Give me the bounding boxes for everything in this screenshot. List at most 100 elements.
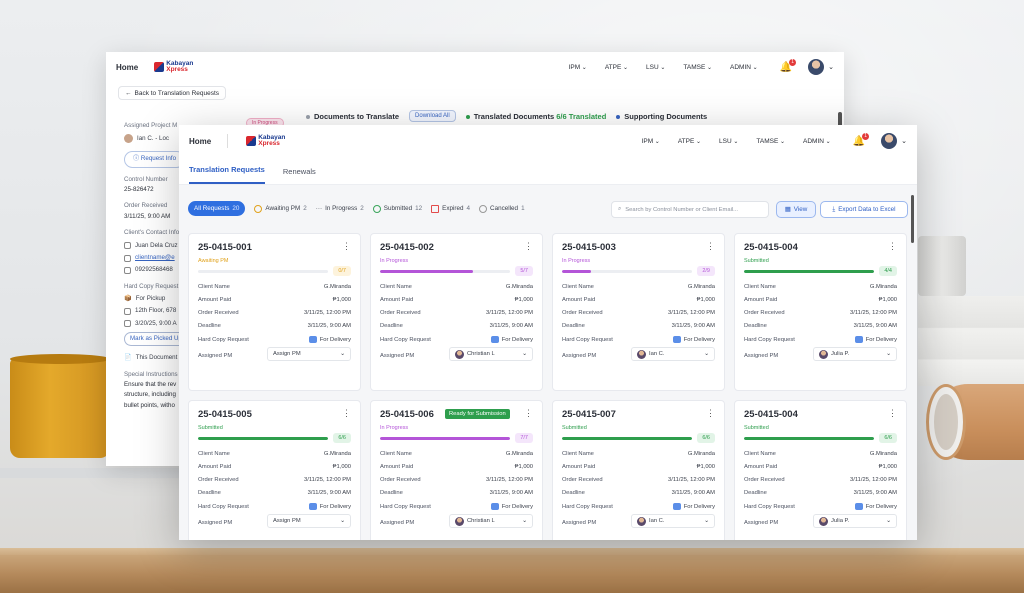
page-tabs: Translation Requests Renewals	[179, 157, 917, 185]
request-card[interactable]: 25-0415-005 ⋮ Submitted 6/6 Client Name G.Mir…	[188, 400, 361, 540]
request-card[interactable]: 25-0415-004 ⋮ Submitted 6/6 Client Name G.Mir…	[734, 400, 907, 540]
order-value: 3/11/25, 12:00 PM	[486, 477, 533, 483]
assign-pm-select[interactable]: Ian C. ⌄	[631, 347, 715, 361]
request-card[interactable]: 25-0415-001 ⋮ Awaiting PM 0/7 Client Name G.M…	[188, 233, 361, 391]
nav-menu-tamse[interactable]: TAMSE	[756, 138, 785, 145]
kebab-menu-icon[interactable]: ⋮	[524, 242, 533, 251]
progress-fill	[380, 269, 474, 273]
kebab-menu-icon[interactable]: ⋮	[342, 409, 351, 418]
filter-cancelled[interactable]: Cancelled 1	[479, 204, 525, 213]
nav-menu-atpe[interactable]: ATPE	[678, 138, 701, 145]
hardcopy-value: For Delivery	[672, 503, 715, 510]
nav-menu-atpe[interactable]: ATPE	[605, 64, 628, 71]
tab-renewals[interactable]: Renewals	[283, 167, 316, 184]
tab-translation-requests[interactable]: Translation Requests	[189, 165, 265, 184]
progress-track	[380, 436, 511, 440]
assign-pm-select[interactable]: Julia P. ⌄	[813, 514, 897, 528]
assign-pm-select[interactable]: Assign PM ⌄	[267, 514, 351, 528]
filter-expired[interactable]: Expired 4	[431, 204, 470, 213]
search-input[interactable]: ⌕ Search by Control Number or Client Emai…	[611, 201, 769, 218]
pm-name: Ian C.	[649, 518, 665, 524]
contact-email[interactable]: clientname@e	[135, 254, 175, 262]
nav-menu-ipm[interactable]: IPM	[569, 64, 587, 71]
request-card[interactable]: 25-0415-002 ⋮ In Progress 5/7 Client Name G.M…	[370, 233, 543, 391]
request-card[interactable]: 25-0415-007 ⋮ Submitted 6/6 Client Name G.Mir…	[552, 400, 725, 540]
deadline-label: Deadline	[744, 323, 767, 329]
kebab-menu-icon[interactable]: ⋮	[888, 242, 897, 251]
order-value: 3/11/25, 12:00 PM	[304, 310, 351, 316]
document-icon: 📄	[124, 354, 132, 362]
notification-bell-icon[interactable]: 🔔 1	[780, 58, 797, 73]
arrow-left-icon: ←	[125, 89, 132, 97]
assign-pm-select[interactable]: Christian L ⌄	[449, 514, 533, 528]
tab-translated-documents[interactable]: Translated Documents 6/6 Translated	[465, 112, 606, 121]
home-link[interactable]: Home	[189, 137, 211, 146]
back-button[interactable]: ← Back to Translation Requests	[118, 86, 227, 100]
filter-in-progress[interactable]: ··· In Progress 2	[316, 205, 364, 212]
paid-label: Amount Paid	[380, 297, 414, 303]
request-card[interactable]: 25-0415-006 ⋮ Ready for Submission In Progr…	[370, 400, 543, 540]
request-info-button[interactable]: ⓘ Request Info	[124, 151, 186, 168]
filter-submitted[interactable]: Submitted 12	[372, 204, 422, 213]
filter-count: 2	[303, 205, 307, 212]
order-label: Order Received	[562, 477, 603, 483]
filter-all-requests[interactable]: All Requests 20	[188, 201, 246, 216]
chevron-down-icon[interactable]: ⌄	[828, 63, 834, 71]
hardcopy-row: Hard Copy Request For Delivery	[562, 503, 715, 510]
deadline-value: 3/11/25, 9:00 AM	[489, 490, 533, 496]
download-all-button[interactable]: Download All	[409, 110, 456, 122]
user-avatar[interactable]	[808, 59, 825, 75]
brand-logo[interactable]: Kabayan Xpress	[246, 134, 285, 147]
deadline-label: Deadline	[562, 490, 585, 496]
request-card[interactable]: 25-0415-003 ⋮ In Progress 2/9 Client Name G.M…	[552, 233, 725, 391]
nav-menu-lsu[interactable]: LSU	[646, 64, 665, 71]
top-nav: Home KabayanXpress IPM ATPE LSU TAMSE AD…	[179, 125, 917, 157]
tab-supporting-documents[interactable]: Supporting Documents	[616, 112, 707, 121]
assign-pm-select[interactable]: Assign PM ⌄	[267, 347, 351, 361]
card-details: Client Name G.Miranda Amount Paid ₱1,000 Ord…	[562, 284, 715, 361]
paid-row: Amount Paid ₱1,000	[380, 297, 533, 303]
kebab-menu-icon[interactable]: ⋮	[524, 409, 533, 418]
home-link[interactable]: Home	[116, 63, 138, 72]
paid-value: ₱1,000	[514, 464, 533, 470]
request-info-label: Request Info	[140, 155, 177, 163]
export-excel-button[interactable]: ⤓ Export Data to Excel	[820, 201, 908, 218]
view-button[interactable]: ▦ View	[776, 201, 816, 218]
nav-menu-admin[interactable]: ADMIN	[730, 64, 758, 71]
assign-pm-select[interactable]: Christian L ⌄	[449, 347, 533, 361]
nav-menu-admin[interactable]: ADMIN	[803, 138, 831, 145]
client-row: Client Name G.Miranda	[562, 451, 715, 457]
search-placeholder: Search by Control Number or Client Email…	[625, 206, 739, 213]
kebab-menu-icon[interactable]: ⋮	[888, 409, 897, 418]
scrollbar[interactable]	[911, 195, 914, 243]
request-card[interactable]: 25-0415-004 ⋮ Submitted 4/4 Client Name G.Mir…	[734, 233, 907, 391]
delivery-truck-icon	[490, 336, 499, 343]
client-row: Client Name G.Miranda	[744, 284, 897, 290]
assign-pm-select[interactable]: Ian C. ⌄	[631, 514, 715, 528]
tab-dot-icon	[306, 114, 310, 119]
card-details: Client Name G.Miranda Amount Paid ₱1,000 Ord…	[380, 451, 533, 528]
chevron-down-icon[interactable]: ⌄	[901, 137, 907, 145]
client-value: G.Miranda	[869, 284, 897, 290]
deadline-row: Deadline 3/11/25, 9:00 AM	[198, 323, 351, 329]
progress-fill	[380, 436, 511, 440]
kebab-menu-icon[interactable]: ⋮	[706, 242, 715, 251]
card-details: Client Name G.Miranda Amount Paid ₱1,000 Ord…	[198, 284, 351, 361]
assign-pm-select[interactable]: Julia P. ⌄	[813, 347, 897, 361]
nav-menu-lsu[interactable]: LSU	[719, 138, 738, 145]
notification-bell-icon[interactable]: 🔔 1	[853, 132, 870, 147]
paid-label: Amount Paid	[198, 297, 232, 303]
kebab-menu-icon[interactable]: ⋮	[342, 242, 351, 251]
hardcopy-row: Hard Copy Request For Delivery	[198, 336, 351, 343]
card-details: Client Name G.Miranda Amount Paid ₱1,000 Ord…	[562, 451, 715, 528]
client-value: G.Miranda	[323, 284, 351, 290]
filter-awaiting-pm[interactable]: Awaiting PM 2	[254, 204, 307, 213]
brand-logo[interactable]: Kabayan Xpress	[154, 60, 193, 73]
nav-menu-tamse[interactable]: TAMSE	[683, 64, 712, 71]
nav-menu-ipm[interactable]: IPM	[642, 138, 660, 145]
user-avatar[interactable]	[881, 133, 898, 149]
client-value: G.Miranda	[687, 451, 715, 457]
tab-documents-to-translate[interactable]: Documents to Translate	[306, 112, 399, 121]
kebab-menu-icon[interactable]: ⋮	[706, 409, 715, 418]
hardcopy-row: Hard Copy Request For Delivery	[198, 503, 351, 510]
